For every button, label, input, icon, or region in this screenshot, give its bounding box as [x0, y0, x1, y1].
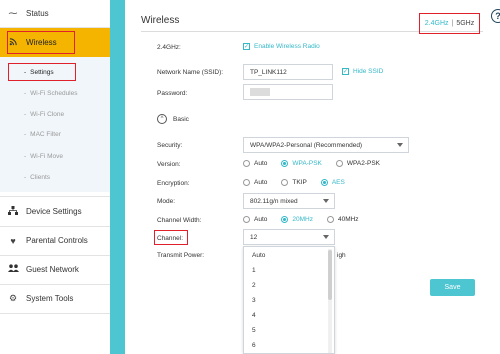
sidebar-item-label: System Tools: [26, 294, 74, 303]
band-separator: |: [451, 20, 454, 27]
channel-option[interactable]: 2: [252, 282, 256, 289]
password-masked-value: [250, 88, 270, 96]
band-switch: 2.4GHz | 5GHz: [419, 13, 480, 34]
band-24ghz-tab[interactable]: 2.4GHz: [425, 20, 449, 27]
channel-option[interactable]: Auto: [252, 252, 265, 259]
sidebar-item-label: Device Settings: [26, 207, 82, 216]
version-label: Version:: [157, 161, 181, 168]
channel-option[interactable]: 4: [252, 312, 256, 319]
version-wpa2-psk-radio[interactable]: WPA2-PSK: [335, 160, 380, 167]
enable-wireless-checkbox[interactable]: ✓ Enable Wireless Radio: [243, 43, 320, 50]
gear-icon: ⚙: [8, 293, 18, 303]
version-wpa-psk-radio[interactable]: WPA-PSK: [281, 160, 322, 167]
encryption-aes-radio[interactable]: AES: [320, 179, 345, 186]
sidebar-item-label: Status: [26, 9, 49, 18]
heart-icon: ♥: [10, 235, 16, 246]
sidebar-item-label: Guest Network: [26, 265, 79, 274]
sidebar-item-parental-controls[interactable]: ♥ Parental Controls: [0, 227, 110, 254]
version-radio-group: Auto WPA-PSK WPA2-PSK: [243, 160, 394, 167]
page-title: Wireless: [141, 15, 180, 26]
hide-ssid-checkbox[interactable]: ✓ Hide SSID: [342, 68, 383, 75]
channel-option[interactable]: 1: [252, 267, 256, 274]
chevron-up-icon: ^: [157, 114, 167, 124]
ssid-input[interactable]: TP_LINK112: [243, 64, 333, 80]
channel-dropdown-list: Auto 1 2 3 4 5 6: [243, 246, 335, 354]
encryption-tkip-radio[interactable]: TKIP: [281, 179, 307, 186]
sidebar-item-system-tools[interactable]: ⚙ System Tools: [0, 285, 110, 312]
version-auto-radio[interactable]: Auto: [243, 160, 267, 167]
save-button[interactable]: Save: [430, 279, 475, 296]
mode-label: Mode:: [157, 198, 176, 205]
subnav-item-wifi-move[interactable]: - Wi-Fi Move: [0, 146, 110, 166]
encryption-label: Encryption:: [157, 180, 190, 187]
sidebar: ⁓ Status Wireless - Settings - Wi-Fi Sched…: [0, 0, 110, 354]
channel-select[interactable]: 12: [243, 229, 335, 245]
main-panel: Wireless 2.4GHz | 5GHz ? 2.4GHz: ✓ Enabl…: [125, 0, 500, 354]
channel-option[interactable]: 6: [252, 342, 256, 349]
mode-select[interactable]: 802.11g/n mixed: [243, 193, 335, 209]
transmit-power-label: Transmit Power:: [157, 252, 205, 259]
checkbox-check-icon: ✓: [342, 68, 349, 75]
subnav-item-wifi-clone[interactable]: - Wi-Fi Clone: [0, 104, 110, 124]
transmit-power-value: igh: [337, 252, 346, 259]
divider: [0, 196, 110, 197]
sidebar-item-device-settings[interactable]: Device Settings: [0, 198, 110, 225]
channel-option[interactable]: 5: [252, 327, 256, 334]
encryption-auto-radio[interactable]: Auto: [243, 179, 267, 186]
checkbox-check-icon: ✓: [243, 43, 250, 50]
subnav-item-clients[interactable]: - Clients: [0, 167, 110, 187]
chevron-down-icon: [397, 143, 403, 147]
sitemap-icon: [0, 206, 26, 217]
wireless-highlight-box: [7, 31, 75, 54]
encryption-radio-group: Auto TKIP AES: [243, 179, 359, 186]
sidebar-item-status[interactable]: ⁓ Status: [0, 0, 110, 27]
password-input[interactable]: [243, 84, 333, 100]
width-auto-radio[interactable]: Auto: [243, 216, 267, 223]
security-select[interactable]: WPA/WPA2-Personal (Recommended): [243, 137, 409, 153]
band-section-label: 2.4GHz:: [157, 44, 181, 51]
channel-option[interactable]: 3: [252, 297, 256, 304]
divider: [0, 313, 110, 314]
sidebar-item-guest-network[interactable]: Guest Network: [0, 256, 110, 283]
dropdown-scroll-thumb[interactable]: [328, 250, 332, 300]
users-icon: [0, 264, 26, 275]
settings-highlight-box: [8, 63, 76, 81]
chevron-down-icon: [323, 235, 329, 239]
password-label: Password:: [157, 90, 188, 97]
channel-width-label: Channel Width:: [157, 217, 202, 224]
help-icon[interactable]: ?: [491, 9, 500, 23]
channel-width-radio-group: Auto 20MHz 40MHz: [243, 216, 373, 223]
basic-advanced-toggle[interactable]: ^ Basic: [157, 114, 189, 124]
channel-highlight-box: [154, 230, 188, 245]
ssid-label: Network Name (SSID):: [157, 69, 224, 76]
subnav-item-mac-filter[interactable]: - MAC Filter: [0, 124, 110, 144]
sidebar-item-label: Parental Controls: [26, 236, 88, 245]
subnav-item-wifi-schedules[interactable]: - Wi-Fi Schedules: [0, 83, 110, 103]
width-40mhz-radio[interactable]: 40MHz: [326, 216, 359, 223]
width-20mhz-radio[interactable]: 20MHz: [281, 216, 313, 223]
pulse-icon: ⁓: [8, 8, 18, 18]
band-5ghz-tab[interactable]: 5GHz: [456, 20, 474, 27]
security-label: Security:: [157, 142, 183, 149]
chevron-down-icon: [323, 199, 329, 203]
